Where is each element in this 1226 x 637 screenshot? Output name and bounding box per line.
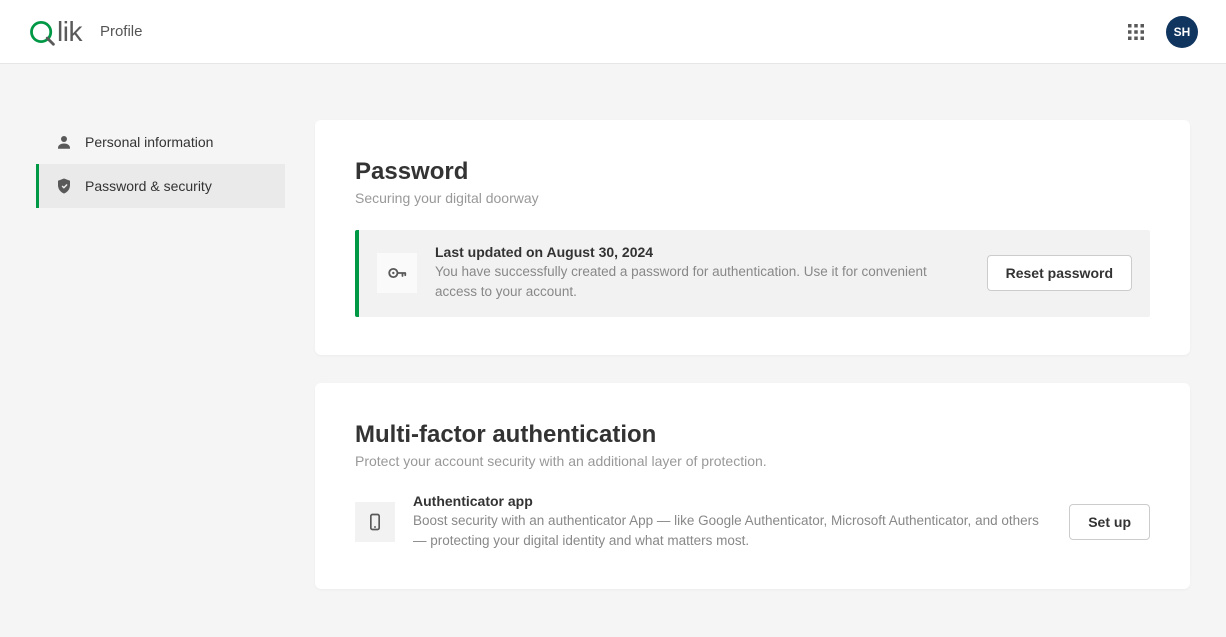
- mfa-title: Multi-factor authentication: [355, 421, 1150, 449]
- smartphone-icon: [355, 502, 395, 542]
- qlik-logo[interactable]: lik: [28, 16, 82, 48]
- shield-icon: [55, 177, 73, 195]
- header-right: SH: [1124, 16, 1198, 48]
- sidebar: Personal information Password & security: [0, 120, 285, 617]
- password-title: Password: [355, 158, 1150, 186]
- mfa-subtitle: Protect your account security with an ad…: [355, 453, 1150, 469]
- mfa-app-title: Authenticator app: [413, 493, 1051, 509]
- key-icon: [377, 253, 417, 293]
- app-launcher-icon[interactable]: [1124, 20, 1148, 44]
- password-banner-text: Last updated on August 30, 2024 You have…: [435, 244, 969, 303]
- setup-mfa-button[interactable]: Set up: [1069, 504, 1150, 540]
- mfa-app-desc: Boost security with an authenticator App…: [413, 511, 1051, 552]
- logo-text: lik: [57, 16, 82, 48]
- avatar[interactable]: SH: [1166, 16, 1198, 48]
- sidebar-item-label: Personal information: [85, 134, 213, 150]
- password-card: Password Securing your digital doorway L…: [315, 120, 1190, 355]
- sidebar-item-label: Password & security: [85, 178, 212, 194]
- password-banner-title: Last updated on August 30, 2024: [435, 244, 969, 260]
- brand: lik Profile: [28, 16, 142, 48]
- password-subtitle: Securing your digital doorway: [355, 190, 1150, 206]
- reset-password-button[interactable]: Reset password: [987, 255, 1132, 291]
- content: Personal information Password & security…: [0, 64, 1226, 617]
- page-title: Profile: [100, 23, 143, 40]
- sidebar-item-personal-info[interactable]: Personal information: [36, 120, 285, 164]
- header: lik Profile SH: [0, 0, 1226, 64]
- mfa-authenticator-row: Authenticator app Boost security with an…: [355, 493, 1150, 552]
- mfa-app-text: Authenticator app Boost security with an…: [413, 493, 1051, 552]
- mfa-card: Multi-factor authentication Protect your…: [315, 383, 1190, 590]
- main: Password Securing your digital doorway L…: [285, 120, 1226, 617]
- password-banner-desc: You have successfully created a password…: [435, 262, 969, 303]
- sidebar-item-password-security[interactable]: Password & security: [36, 164, 285, 208]
- person-icon: [55, 133, 73, 151]
- password-status-banner: Last updated on August 30, 2024 You have…: [355, 230, 1150, 317]
